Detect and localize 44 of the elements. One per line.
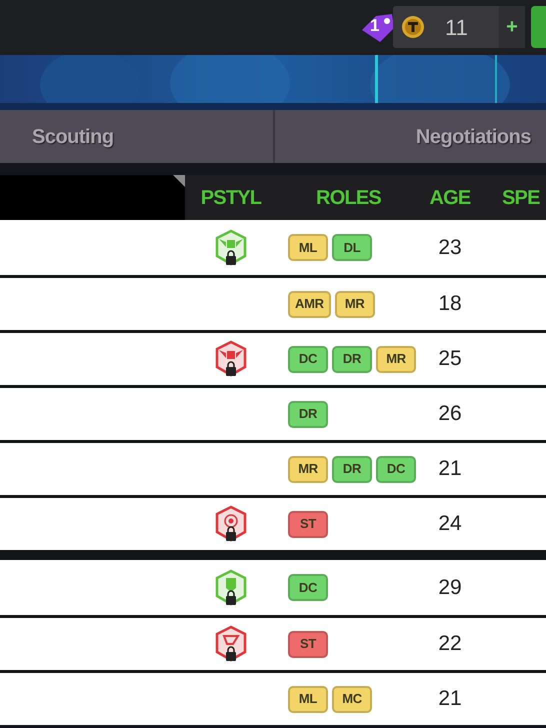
corner-icon <box>173 175 185 187</box>
role-badge: DC <box>288 346 328 372</box>
table-row[interactable]: DC DR MR 25 <box>0 330 546 385</box>
role-badge: MR <box>376 346 416 372</box>
role-badge: DC <box>376 456 416 482</box>
table-row[interactable]: DR 26 <box>0 385 546 440</box>
column-header[interactable]: AGE <box>420 182 480 212</box>
column-header[interactable]: ROLES <box>277 182 420 212</box>
column-header[interactable]: PSTYL <box>185 182 277 212</box>
age-value: 21 <box>437 456 463 482</box>
table-row[interactable]: ST 24 <box>0 495 546 550</box>
role-badge: MC <box>332 686 372 712</box>
table-row[interactable]: ML MC 21 <box>0 670 546 725</box>
role-badge: MR <box>334 290 375 318</box>
role-badge: ST <box>288 630 328 658</box>
role-badge: ML <box>288 234 328 261</box>
age-value: 18 <box>437 291 463 318</box>
role-badge: DL <box>332 234 372 261</box>
age-value: 26 <box>437 401 463 428</box>
table-row[interactable]: ML DL 23 <box>0 220 546 275</box>
table-row[interactable]: MR DR DC 21 <box>0 440 546 495</box>
column-header[interactable]: SPE <box>480 182 546 212</box>
tag-icon <box>360 12 396 44</box>
table-row[interactable]: ST 22 <box>0 615 546 670</box>
role-badge: ST <box>288 510 328 538</box>
add-coins-button[interactable]: + <box>499 6 525 48</box>
age-value: 23 <box>437 234 463 261</box>
age-value: 25 <box>437 346 463 372</box>
role-badge: DC <box>288 574 328 601</box>
role-badge: DR <box>332 456 372 482</box>
role-badge: DR <box>332 346 372 372</box>
age-value: 29 <box>437 574 463 601</box>
coin-icon <box>401 15 425 39</box>
role-badge: DR <box>288 400 328 428</box>
age-value: 24 <box>437 511 463 538</box>
coin-count: 11 <box>445 14 469 42</box>
role-badge: MR <box>288 456 328 482</box>
age-value: 22 <box>437 631 463 658</box>
role-badge: ML <box>288 686 328 712</box>
notification-count: 1 <box>370 15 380 37</box>
table-row[interactable]: DC 29 <box>0 560 546 615</box>
table-row[interactable]: AMR MR 18 <box>0 275 546 330</box>
role-badge: AMR <box>288 290 331 318</box>
age-value: 21 <box>437 686 463 712</box>
